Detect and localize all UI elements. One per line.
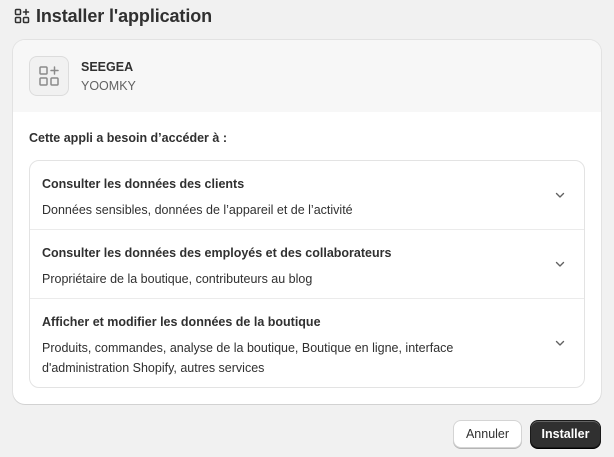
- permission-item-customers[interactable]: Consulter les données des clients Donnée…: [30, 161, 584, 230]
- apps-add-icon: [39, 66, 59, 86]
- install-app-page: Installer l'application SEEGEA YOOMKY Ce…: [0, 0, 614, 457]
- permission-title: Consulter les données des clients: [42, 177, 245, 191]
- permission-item-store[interactable]: Afficher et modifier les données de la b…: [30, 299, 584, 387]
- chevron-down-icon: [555, 340, 565, 346]
- app-logo: [29, 56, 69, 96]
- app-meta: SEEGEA YOOMKY: [81, 60, 136, 93]
- permissions-list: Consulter les données des clients Donnée…: [29, 160, 585, 388]
- permission-description: Produits, commandes, analyse de la bouti…: [42, 341, 454, 375]
- install-card: SEEGEA YOOMKY Cette appli a besoin d’acc…: [13, 40, 601, 404]
- page-header: Installer l'application: [14, 5, 212, 27]
- cancel-button[interactable]: Annuler: [453, 420, 522, 448]
- chevron-down-icon: [555, 192, 565, 198]
- chevron-down-icon: [555, 261, 565, 267]
- permission-title: Afficher et modifier les données de la b…: [42, 315, 321, 329]
- permission-title: Consulter les données des employés et de…: [42, 246, 392, 260]
- apps-add-icon: [14, 8, 30, 24]
- permission-description: Propriétaire de la boutique, contributeu…: [42, 272, 313, 286]
- permission-description: Données sensibles, données de l’appareil…: [42, 203, 353, 217]
- app-name: SEEGEA: [81, 59, 134, 74]
- install-button[interactable]: Installer: [530, 420, 601, 448]
- app-developer: YOOMKY: [81, 78, 136, 93]
- access-title: Cette appli a besoin d’accéder à :: [29, 131, 227, 145]
- app-header: SEEGEA YOOMKY: [13, 40, 601, 112]
- page-title: Installer l'application: [36, 5, 213, 26]
- permission-item-staff[interactable]: Consulter les données des employés et de…: [30, 230, 584, 299]
